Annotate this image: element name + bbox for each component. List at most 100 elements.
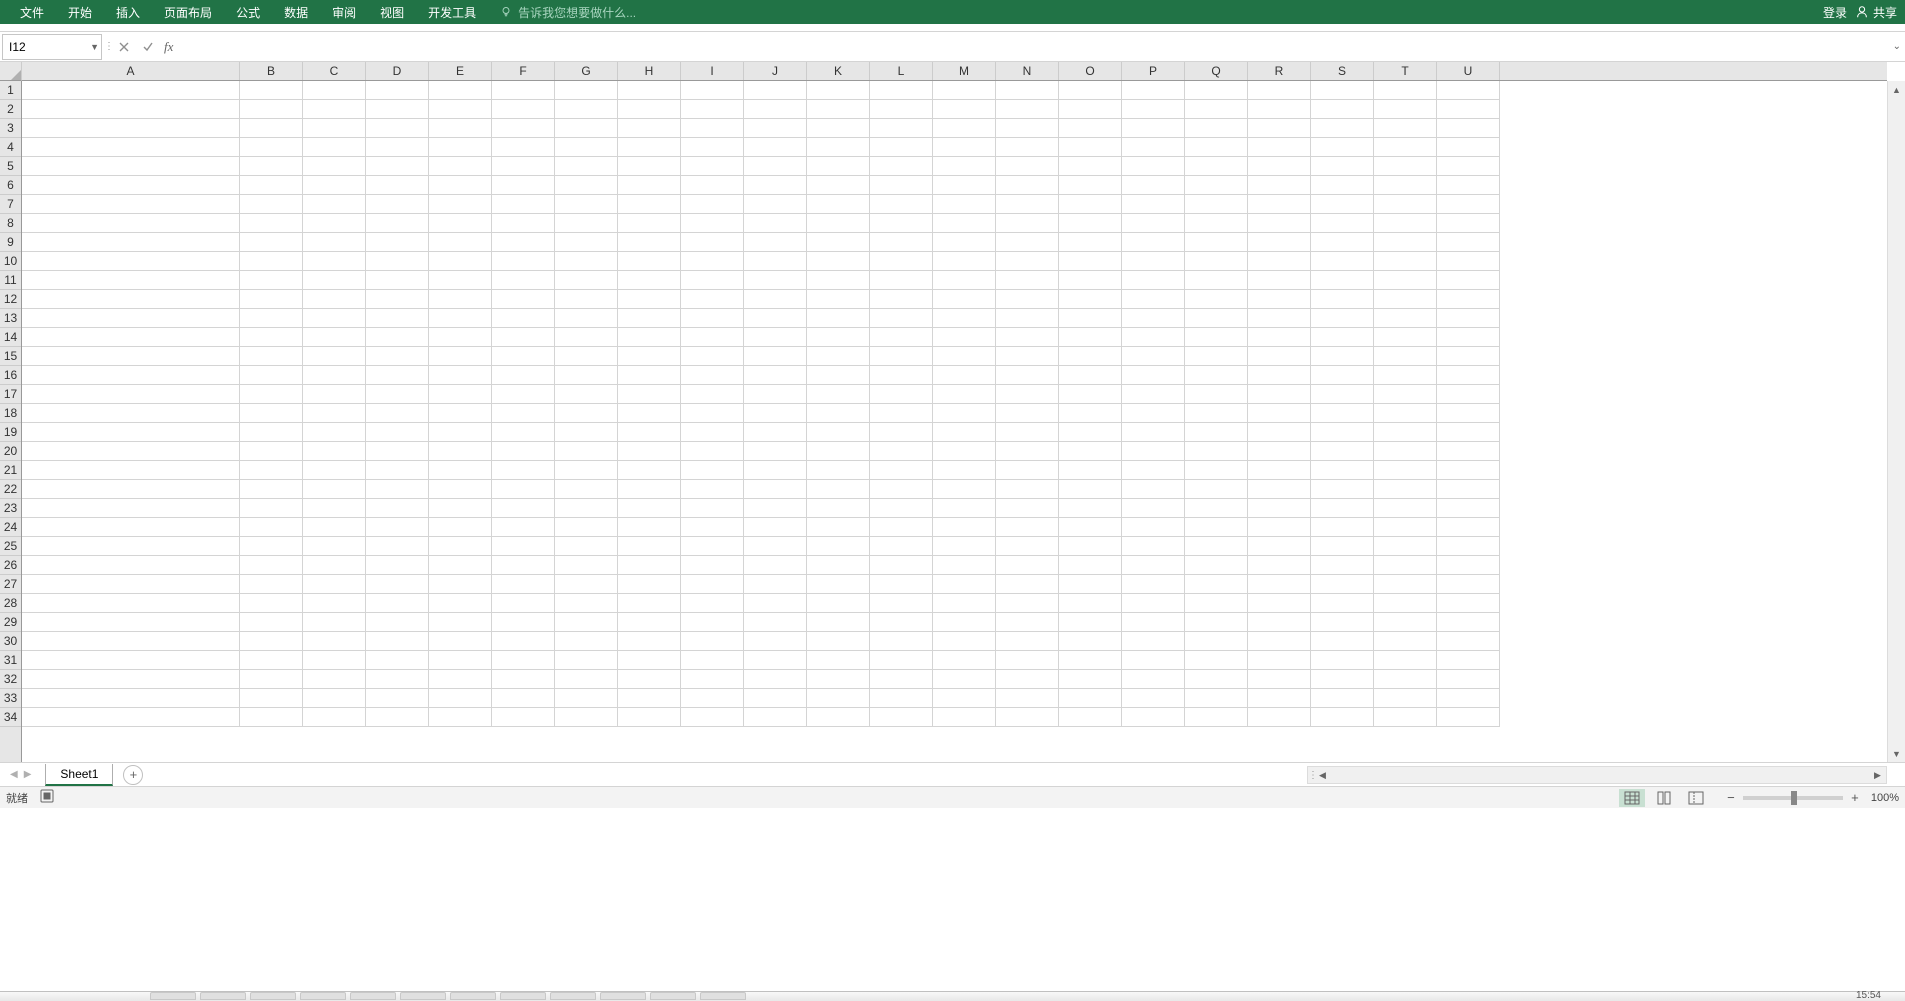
cell[interactable] bbox=[366, 556, 429, 575]
cell[interactable] bbox=[492, 290, 555, 309]
cell[interactable] bbox=[429, 233, 492, 252]
hscroll-track[interactable] bbox=[1331, 767, 1869, 783]
cell[interactable] bbox=[429, 157, 492, 176]
cell[interactable] bbox=[1437, 81, 1500, 100]
cell[interactable] bbox=[1248, 708, 1311, 727]
cell[interactable] bbox=[1437, 366, 1500, 385]
cell[interactable] bbox=[1311, 708, 1374, 727]
cell[interactable] bbox=[1311, 119, 1374, 138]
taskbar-item[interactable] bbox=[350, 992, 396, 1000]
cell[interactable] bbox=[303, 328, 366, 347]
name-box[interactable]: ▼ bbox=[2, 34, 102, 60]
cell[interactable] bbox=[555, 670, 618, 689]
cell[interactable] bbox=[22, 366, 240, 385]
cell[interactable] bbox=[240, 499, 303, 518]
cell[interactable] bbox=[996, 195, 1059, 214]
row-header[interactable]: 15 bbox=[0, 347, 21, 366]
cell[interactable] bbox=[870, 347, 933, 366]
cell[interactable] bbox=[240, 518, 303, 537]
cell[interactable] bbox=[1374, 575, 1437, 594]
cell[interactable] bbox=[240, 214, 303, 233]
cell[interactable] bbox=[240, 347, 303, 366]
cell[interactable] bbox=[1374, 100, 1437, 119]
cell[interactable] bbox=[366, 328, 429, 347]
cell[interactable] bbox=[1437, 385, 1500, 404]
cell[interactable] bbox=[429, 290, 492, 309]
cell[interactable] bbox=[807, 176, 870, 195]
cell[interactable] bbox=[1122, 195, 1185, 214]
cell[interactable] bbox=[807, 423, 870, 442]
cell[interactable] bbox=[996, 689, 1059, 708]
cell[interactable] bbox=[555, 556, 618, 575]
cell[interactable] bbox=[1311, 537, 1374, 556]
cell[interactable] bbox=[996, 594, 1059, 613]
cell[interactable] bbox=[870, 670, 933, 689]
cell[interactable] bbox=[870, 480, 933, 499]
login-link[interactable]: 登录 bbox=[1823, 4, 1847, 21]
cell[interactable] bbox=[996, 157, 1059, 176]
cell[interactable] bbox=[1374, 214, 1437, 233]
cell[interactable] bbox=[933, 670, 996, 689]
cell[interactable] bbox=[1185, 366, 1248, 385]
cell[interactable] bbox=[1437, 404, 1500, 423]
cell[interactable] bbox=[1059, 537, 1122, 556]
cell[interactable] bbox=[744, 556, 807, 575]
cell[interactable] bbox=[681, 271, 744, 290]
cell[interactable] bbox=[1311, 309, 1374, 328]
cell[interactable] bbox=[1059, 689, 1122, 708]
cell[interactable] bbox=[555, 461, 618, 480]
cell[interactable] bbox=[492, 689, 555, 708]
cell[interactable] bbox=[366, 632, 429, 651]
cell[interactable] bbox=[1185, 670, 1248, 689]
cell[interactable] bbox=[555, 442, 618, 461]
cell[interactable] bbox=[429, 689, 492, 708]
cell[interactable] bbox=[366, 404, 429, 423]
cell[interactable] bbox=[366, 537, 429, 556]
cell[interactable] bbox=[555, 195, 618, 214]
taskbar-item[interactable] bbox=[500, 992, 546, 1000]
cell[interactable] bbox=[492, 670, 555, 689]
cell[interactable] bbox=[303, 632, 366, 651]
cell[interactable] bbox=[1122, 366, 1185, 385]
cell[interactable] bbox=[618, 613, 681, 632]
cell[interactable] bbox=[870, 195, 933, 214]
cell[interactable] bbox=[303, 138, 366, 157]
cell[interactable] bbox=[1248, 575, 1311, 594]
cell[interactable] bbox=[1122, 556, 1185, 575]
cell[interactable] bbox=[933, 708, 996, 727]
cell[interactable] bbox=[807, 385, 870, 404]
cell[interactable] bbox=[807, 157, 870, 176]
cell[interactable] bbox=[618, 252, 681, 271]
cell[interactable] bbox=[1311, 81, 1374, 100]
cell[interactable] bbox=[1248, 518, 1311, 537]
cell[interactable] bbox=[933, 214, 996, 233]
cell[interactable] bbox=[555, 480, 618, 499]
cell[interactable] bbox=[996, 271, 1059, 290]
cell[interactable] bbox=[303, 81, 366, 100]
cell[interactable] bbox=[681, 385, 744, 404]
cell[interactable] bbox=[555, 157, 618, 176]
cell[interactable] bbox=[1437, 575, 1500, 594]
cell[interactable] bbox=[933, 594, 996, 613]
cell[interactable] bbox=[1374, 252, 1437, 271]
cell[interactable] bbox=[555, 423, 618, 442]
row-header[interactable]: 2 bbox=[0, 100, 21, 119]
cell[interactable] bbox=[429, 537, 492, 556]
cell[interactable] bbox=[303, 499, 366, 518]
cell[interactable] bbox=[1248, 119, 1311, 138]
cell[interactable] bbox=[492, 423, 555, 442]
cell[interactable] bbox=[240, 233, 303, 252]
cell[interactable] bbox=[933, 518, 996, 537]
cell[interactable] bbox=[1059, 575, 1122, 594]
cell[interactable] bbox=[1185, 575, 1248, 594]
cell[interactable] bbox=[807, 366, 870, 385]
cell[interactable] bbox=[1374, 480, 1437, 499]
cell[interactable] bbox=[555, 575, 618, 594]
cell[interactable] bbox=[303, 233, 366, 252]
cell[interactable] bbox=[555, 138, 618, 157]
cell[interactable] bbox=[1059, 309, 1122, 328]
cell[interactable] bbox=[1311, 442, 1374, 461]
cell[interactable] bbox=[870, 689, 933, 708]
cell[interactable] bbox=[933, 404, 996, 423]
cell[interactable] bbox=[492, 404, 555, 423]
